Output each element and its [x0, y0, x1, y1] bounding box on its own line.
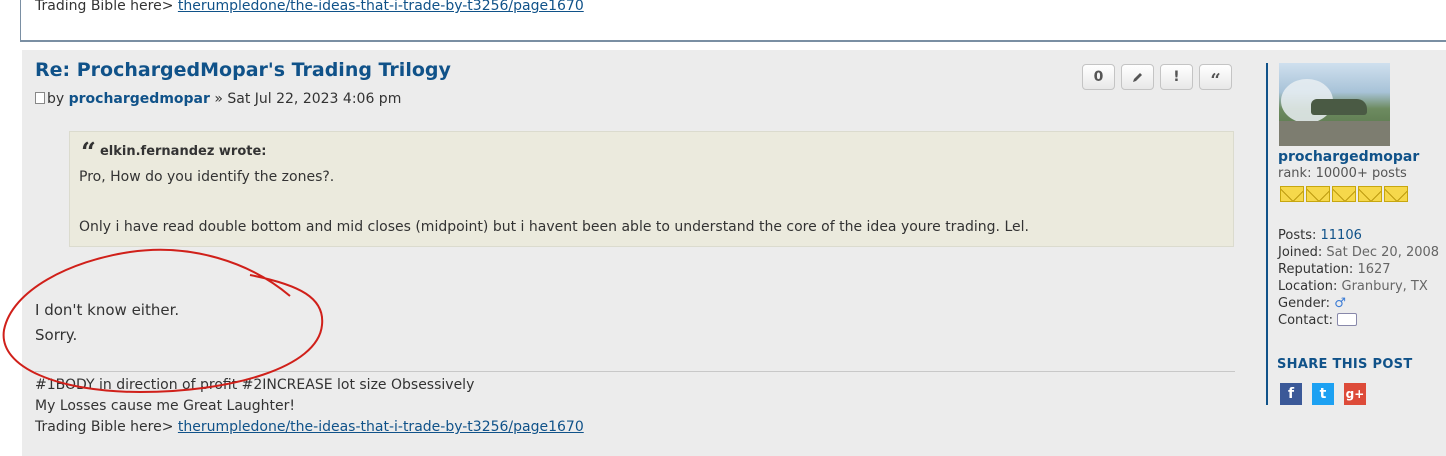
- twitter-icon[interactable]: t: [1312, 383, 1334, 405]
- signature-link-prefix: Trading Bible here>: [35, 0, 174, 14]
- share-title: SHARE THIS POST: [1277, 357, 1413, 372]
- signature-link-prefix: Trading Bible here>: [35, 419, 174, 435]
- speech-bubble-icon[interactable]: [1337, 313, 1358, 326]
- previous-post-signature: Trading Bible here> therumpledone/the-id…: [35, 0, 584, 14]
- quote-block: “elkin.fernandez wrote: Pro, How do you …: [69, 131, 1234, 247]
- signature-line: Trading Bible here> therumpledone/the-id…: [35, 419, 584, 435]
- joined-label: Joined:: [1278, 245, 1323, 260]
- post-meta: by prochargedmopar » Sat Jul 22, 2023 4:…: [35, 91, 401, 107]
- envelope-icon: [1306, 186, 1330, 202]
- envelope-icon: [1384, 186, 1408, 202]
- rank-icons: [1280, 186, 1408, 202]
- quote-mark-icon: “: [81, 138, 96, 168]
- posts-count[interactable]: 11106: [1321, 228, 1362, 243]
- signature-link[interactable]: therumpledone/the-ideas-that-i-trade-by-…: [178, 0, 584, 14]
- pencil-icon: [1133, 72, 1142, 82]
- share-icons: f t g+: [1280, 383, 1366, 405]
- contact-label: Contact:: [1278, 313, 1333, 328]
- post-body-line: Sorry.: [35, 326, 78, 344]
- post-date: » Sat Jul 22, 2023 4:06 pm: [214, 91, 402, 107]
- envelope-icon: [1280, 186, 1304, 202]
- male-icon: ♂: [1334, 296, 1346, 311]
- post-icon[interactable]: [35, 92, 45, 104]
- post-body-line: I don't know either.: [35, 301, 180, 319]
- post-title[interactable]: Re: ProchargedMopar's Trading Trilogy: [35, 59, 451, 81]
- envelope-icon: [1332, 186, 1356, 202]
- envelope-icon: [1358, 186, 1382, 202]
- reputation-button[interactable]: 0: [1082, 64, 1115, 90]
- gender-label: Gender:: [1278, 296, 1331, 311]
- google-plus-icon[interactable]: g+: [1344, 383, 1366, 405]
- edit-button[interactable]: [1121, 64, 1154, 90]
- post-buttons: 0 ! “: [1082, 64, 1232, 90]
- profile-stats: Posts: 11106 Joined: Sat Dec 20, 2008 Re…: [1278, 227, 1439, 329]
- signature-line: My Losses cause me Great Laughter!: [35, 398, 295, 414]
- profile-username[interactable]: prochargedmopar: [1278, 149, 1419, 165]
- quote-icon: “: [1210, 70, 1221, 91]
- quote-text-line: Pro, How do you identify the zones?.: [79, 169, 335, 185]
- avatar[interactable]: [1279, 63, 1390, 146]
- location-label: Location:: [1278, 279, 1338, 294]
- quote-button[interactable]: “: [1199, 64, 1232, 90]
- post-author[interactable]: prochargedmopar: [69, 91, 210, 107]
- quote-author: elkin.fernandez wrote:: [99, 144, 267, 159]
- joined-date: Sat Dec 20, 2008: [1326, 245, 1440, 260]
- reputation-count: 0: [1093, 69, 1104, 85]
- by-label: by: [47, 91, 65, 107]
- profile-rank: rank: 10000+ posts: [1278, 166, 1407, 181]
- signature-line: #1BODY in direction of profit #2INCREASE…: [35, 377, 475, 393]
- post: Re: ProchargedMopar's Trading Trilogy by…: [22, 50, 1446, 456]
- quote-text-line: Only i have read double bottom and mid c…: [79, 219, 1029, 235]
- signature-divider: [35, 371, 1235, 372]
- report-icon: !: [1173, 69, 1180, 85]
- quote-citation: “elkin.fernandez wrote:: [81, 140, 267, 166]
- location-value: Granbury, TX: [1341, 279, 1428, 294]
- previous-post: Trading Bible here> therumpledone/the-id…: [20, 0, 1446, 42]
- facebook-icon[interactable]: f: [1280, 383, 1302, 405]
- reputation-value: 1627: [1357, 262, 1391, 277]
- report-button[interactable]: !: [1160, 64, 1193, 90]
- author-profile: prochargedmopar rank: 10000+ posts Posts…: [1266, 63, 1446, 405]
- signature-link[interactable]: therumpledone/the-ideas-that-i-trade-by-…: [178, 419, 584, 435]
- reputation-label: Reputation:: [1278, 262, 1354, 277]
- posts-label: Posts:: [1278, 228, 1317, 243]
